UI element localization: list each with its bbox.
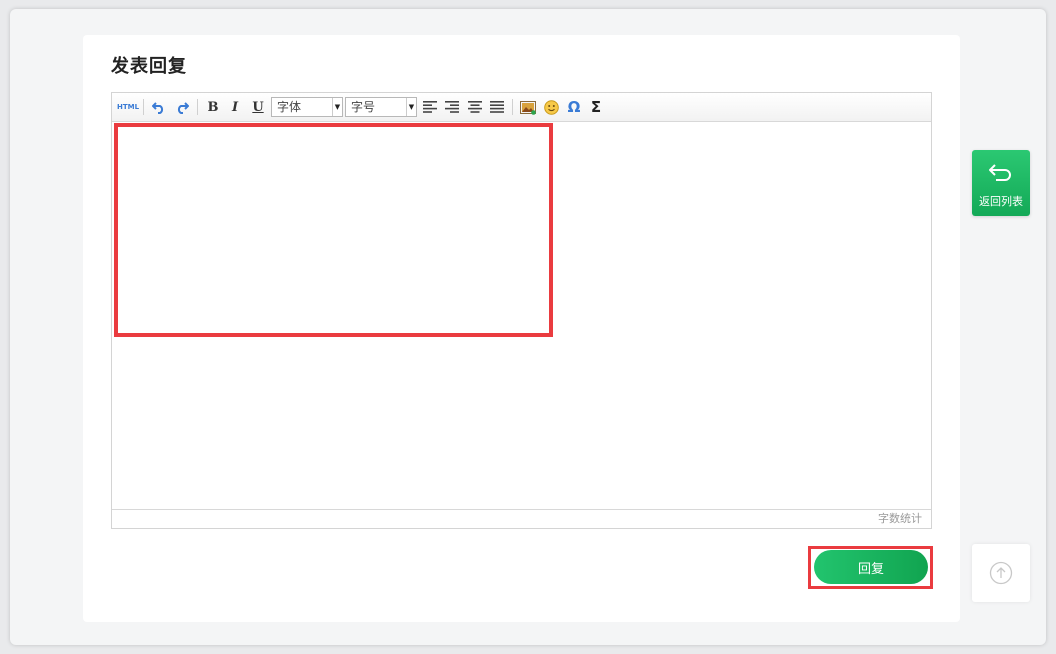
back-to-list-label: 返回列表 <box>979 195 1023 208</box>
align-justify-icon <box>490 101 504 113</box>
toolbar-divider <box>197 99 198 115</box>
return-icon <box>989 164 1011 181</box>
align-justify-button[interactable] <box>489 98 505 116</box>
align-center-button[interactable] <box>467 98 483 116</box>
smiley-icon <box>543 99 559 115</box>
align-center-icon <box>468 101 482 113</box>
align-left-button[interactable] <box>422 98 438 116</box>
redo-button[interactable] <box>173 98 191 116</box>
font-family-select[interactable]: 字体 ▼ <box>271 97 343 117</box>
toolbar-divider <box>512 99 513 115</box>
highlight-box <box>114 123 553 337</box>
align-right-icon <box>445 101 459 113</box>
word-count-label: 字数统计 <box>878 512 922 525</box>
align-left-icon <box>423 101 437 113</box>
underline-button[interactable]: U <box>250 98 266 116</box>
formula-button[interactable]: Σ <box>587 98 605 116</box>
emoji-button[interactable] <box>542 98 560 116</box>
scroll-to-top-button[interactable] <box>972 544 1030 602</box>
special-char-button[interactable]: Ω <box>565 98 583 116</box>
bold-button[interactable]: B <box>205 98 221 116</box>
reply-button[interactable]: 回复 <box>814 550 928 584</box>
editor-status-bar: 字数统计 <box>112 509 931 528</box>
insert-image-button[interactable] <box>518 98 538 116</box>
editor-toolbar: HTML B I U 字体 ▼ 字号 ▼ Ω Σ <box>112 93 931 122</box>
font-size-value: 字号 <box>351 100 376 114</box>
font-family-value: 字体 <box>277 100 302 114</box>
chevron-down-icon: ▼ <box>406 98 416 116</box>
italic-button[interactable]: I <box>227 98 243 116</box>
font-size-select[interactable]: 字号 ▼ <box>345 97 417 117</box>
redo-icon <box>177 102 189 114</box>
html-source-button[interactable]: HTML <box>117 98 139 116</box>
image-icon <box>519 100 536 115</box>
page-title: 发表回复 <box>111 56 187 77</box>
align-right-button[interactable] <box>444 98 460 116</box>
arrow-up-circle-icon <box>989 561 1013 585</box>
undo-button[interactable] <box>150 98 168 116</box>
toolbar-divider <box>143 99 144 115</box>
undo-icon <box>152 102 164 114</box>
back-to-list-button[interactable]: 返回列表 <box>972 150 1030 216</box>
chevron-down-icon: ▼ <box>332 98 342 116</box>
